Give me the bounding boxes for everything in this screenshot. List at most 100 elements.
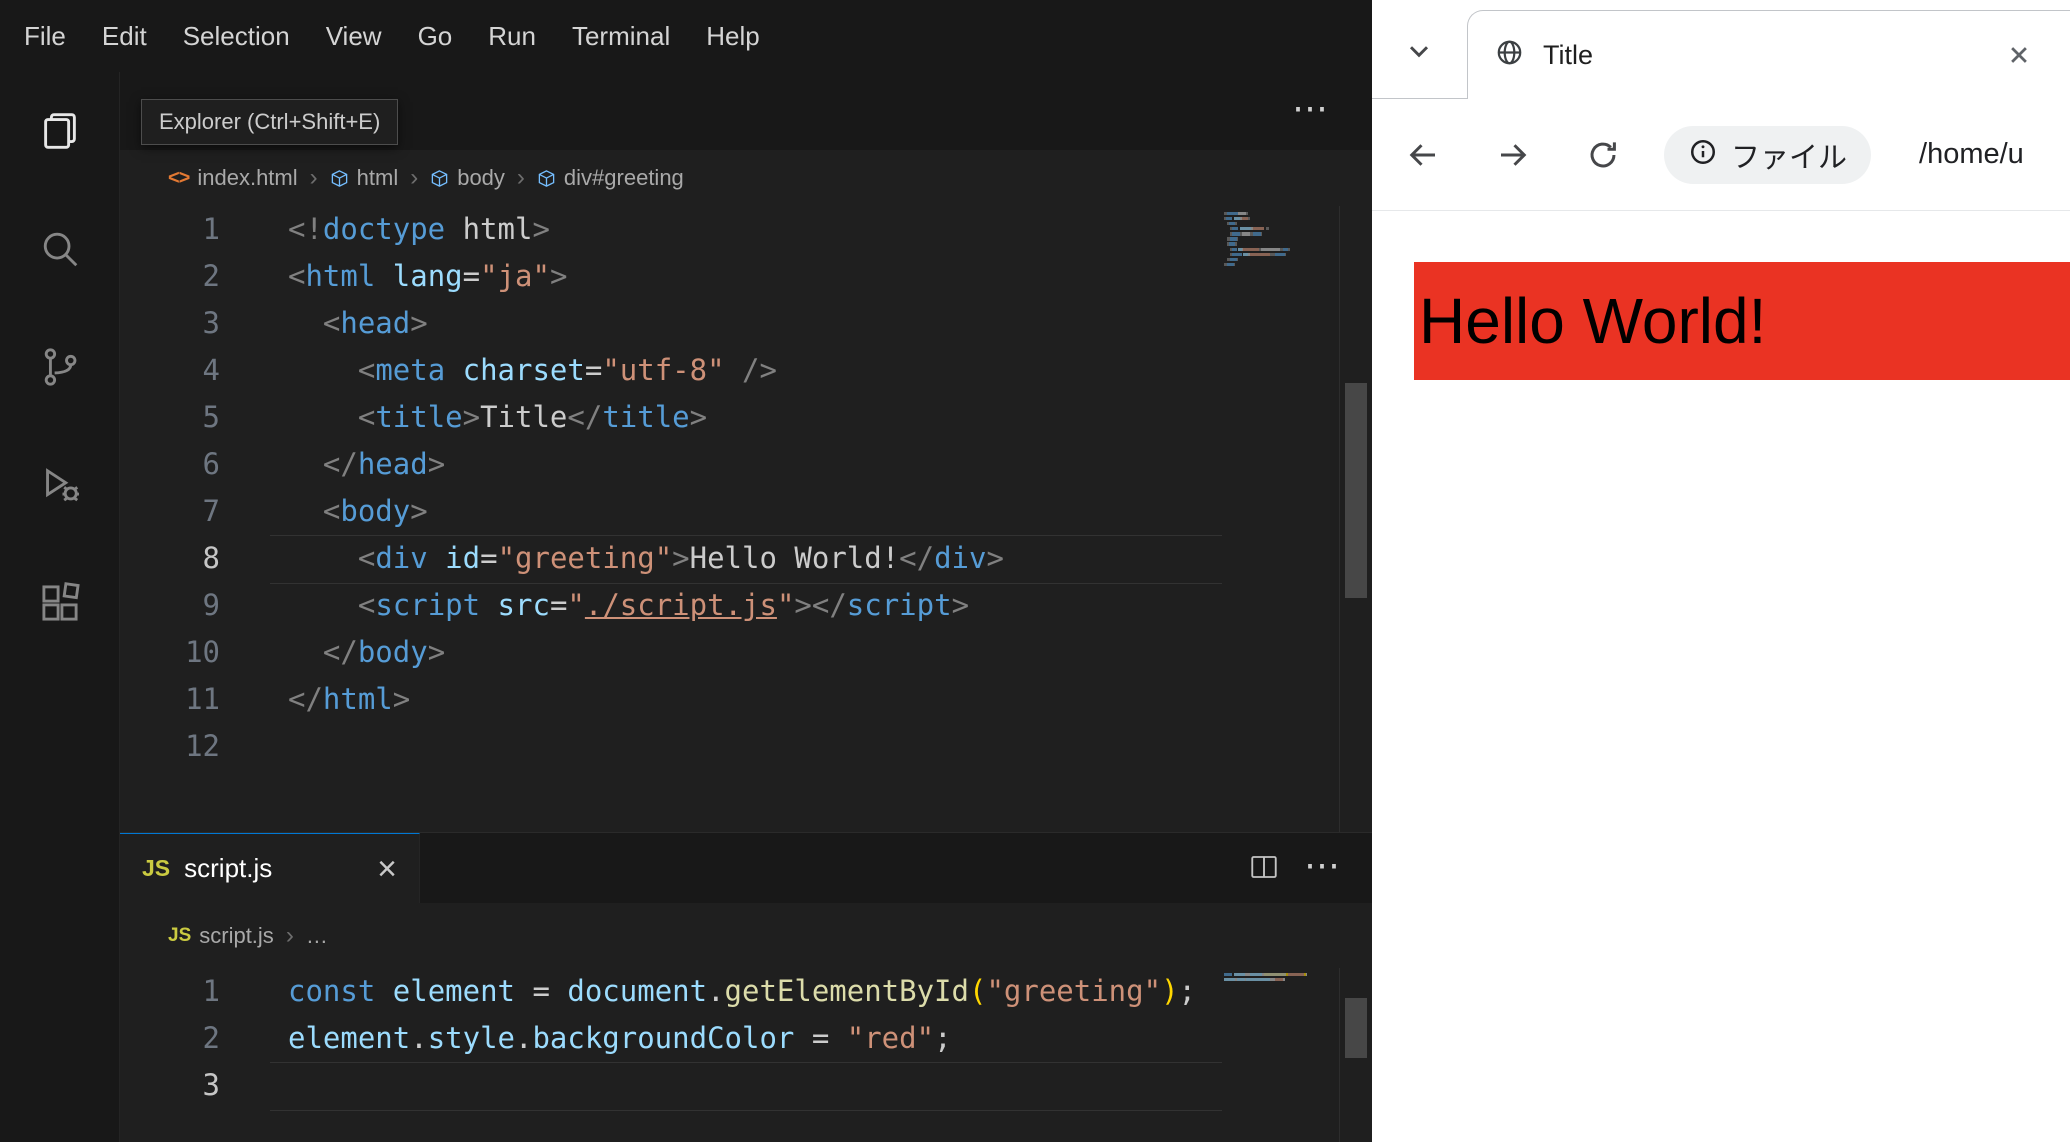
- line-number: 2: [202, 1021, 220, 1055]
- browser-window: Title ファイル /home/u Hello World!: [1372, 0, 2070, 1142]
- menu-view[interactable]: View: [308, 21, 400, 52]
- menu-help[interactable]: Help: [688, 21, 777, 52]
- line-number: 4: [202, 353, 220, 387]
- code-line-6[interactable]: 6 </head>: [120, 441, 1372, 488]
- explorer-icon[interactable]: [0, 72, 119, 190]
- explorer-tooltip: Explorer (Ctrl+Shift+E): [141, 99, 399, 145]
- close-tab-icon[interactable]: ×: [377, 852, 397, 886]
- code-line-7[interactable]: 7 <body>: [120, 488, 1372, 535]
- breadcrumb: <> index.html › html › body › div#greeting: [120, 150, 1212, 206]
- chevron-down-icon[interactable]: [1388, 20, 1450, 82]
- scrollbar-thumb[interactable]: [1345, 998, 1367, 1058]
- menu-go[interactable]: Go: [400, 21, 471, 52]
- code-line-1[interactable]: 1 const element = document.getElementById…: [120, 968, 1372, 1015]
- menu-selection[interactable]: Selection: [165, 21, 308, 52]
- line-number: 3: [202, 306, 220, 340]
- globe-favicon-icon: [1494, 37, 1525, 73]
- line-number: 6: [202, 447, 220, 481]
- breadcrumb-separator: ›: [309, 164, 318, 191]
- element-symbol-icon: [330, 169, 349, 188]
- code-line-9[interactable]: 9 <script src="./script.js"></script>: [120, 582, 1372, 629]
- line-number: 11: [185, 682, 220, 716]
- extensions-icon[interactable]: [0, 544, 119, 662]
- line-number: 7: [202, 494, 220, 528]
- source-control-icon[interactable]: [0, 308, 119, 426]
- browser-tab[interactable]: Title: [1467, 10, 2070, 99]
- vscode-window: File Edit Selection View Go Run Terminal Help ⋯: [0, 0, 1372, 1142]
- code-line-2[interactable]: 2 element.style.backgroundColor = "red";: [120, 1015, 1372, 1062]
- breadcrumb: JS script.js › …: [120, 903, 1212, 968]
- address-url[interactable]: /home/u: [1919, 138, 2024, 171]
- line-number: 5: [202, 400, 220, 434]
- menu-bar: File Edit Selection View Go Run Terminal Help: [0, 0, 1372, 72]
- code-line-4[interactable]: 4 <meta charset="utf-8" />: [120, 347, 1372, 394]
- breadcrumb-item[interactable]: JS script.js: [168, 923, 274, 949]
- tab-script-js[interactable]: JS script.js ×: [120, 833, 420, 903]
- editor-tabs-bottom: JS script.js × ⋯: [120, 833, 1372, 903]
- line-number: 2: [202, 259, 220, 293]
- forward-icon[interactable]: [1482, 137, 1544, 173]
- more-actions-icon[interactable]: ⋯: [1304, 847, 1340, 883]
- page-content: Hello World!: [1372, 211, 2070, 1141]
- code-line-8[interactable]: 8 <div id="greeting">Hello World!</div>: [120, 535, 1372, 584]
- minimap[interactable]: [1224, 973, 1310, 988]
- info-icon: [1688, 137, 1718, 172]
- line-number: 1: [202, 212, 220, 246]
- search-icon[interactable]: [0, 190, 119, 308]
- file-scheme-chip[interactable]: ファイル: [1664, 125, 1872, 184]
- reload-icon[interactable]: [1572, 137, 1634, 173]
- split-editor-icon[interactable]: [1248, 851, 1280, 888]
- line-number: 8: [202, 541, 220, 575]
- minimap[interactable]: [1224, 212, 1310, 273]
- breadcrumb-separator: ›: [285, 921, 294, 949]
- code-editor-html[interactable]: 1 <!doctype html> 2 <html lang="ja"> 3 <head…: [120, 206, 1372, 770]
- code-line-2[interactable]: 2 <html lang="ja">: [120, 253, 1372, 300]
- activity-bar: [0, 72, 120, 1142]
- line-number: 3: [202, 1068, 220, 1102]
- js-file-icon: JS: [142, 855, 171, 881]
- code-line-3[interactable]: 3 <head>: [120, 300, 1372, 347]
- breadcrumb-item[interactable]: html: [330, 165, 398, 191]
- breadcrumb-item[interactable]: body: [430, 165, 505, 191]
- breadcrumb-item[interactable]: …: [306, 923, 328, 949]
- run-debug-icon[interactable]: [0, 426, 119, 544]
- tab-title: Title: [1543, 39, 1594, 70]
- line-number: 1: [202, 974, 220, 1008]
- chip-label: ファイル: [1731, 141, 1848, 174]
- close-tab-icon[interactable]: [2004, 40, 2034, 70]
- desktop: File Edit Selection View Go Run Terminal Help ⋯: [0, 0, 2070, 1142]
- line-number: 12: [185, 729, 220, 763]
- breadcrumb-item[interactable]: <> index.html: [168, 165, 298, 191]
- element-symbol-icon: [430, 169, 449, 188]
- tab-label: script.js: [184, 853, 273, 883]
- scrollbar[interactable]: [1339, 206, 1372, 832]
- breadcrumb-separator: ›: [516, 164, 525, 191]
- code-line-11[interactable]: 11 </html>: [120, 676, 1372, 723]
- editor-group-html: ⋯ <> index.html › html › body › div#greeting 1 <…: [120, 72, 1372, 832]
- breadcrumb-item[interactable]: div#greeting: [537, 165, 684, 191]
- menu-file[interactable]: File: [6, 21, 84, 52]
- menu-edit[interactable]: Edit: [84, 21, 165, 52]
- code-line-12[interactable]: 12: [120, 723, 1372, 770]
- code-editor-js[interactable]: 1 const element = document.getElementById…: [120, 968, 1372, 1111]
- js-file-icon: JS: [168, 924, 192, 946]
- html-file-icon: <>: [168, 166, 190, 189]
- code-line-5[interactable]: 5 <title>Title</title>: [120, 394, 1372, 441]
- editor-group-js: JS script.js × ⋯ JS script.js ›… 1 const el…: [120, 832, 1372, 1142]
- more-actions-icon[interactable]: ⋯: [1292, 90, 1328, 126]
- line-number: 9: [202, 588, 220, 622]
- code-line-1[interactable]: 1 <!doctype html>: [120, 206, 1372, 253]
- back-icon[interactable]: [1392, 137, 1454, 173]
- tab-strip: Title: [1372, 0, 2070, 99]
- line-number: 10: [185, 635, 220, 669]
- greeting-div: Hello World!: [1414, 262, 2070, 380]
- scrollbar-thumb[interactable]: [1345, 383, 1367, 598]
- scrollbar[interactable]: [1339, 968, 1372, 1142]
- browser-toolbar: ファイル /home/u: [1372, 99, 2070, 211]
- element-symbol-icon: [537, 169, 556, 188]
- breadcrumb-separator: ›: [410, 164, 419, 191]
- menu-run[interactable]: Run: [470, 21, 554, 52]
- code-line-3[interactable]: 3: [120, 1062, 1372, 1111]
- code-line-10[interactable]: 10 </body>: [120, 629, 1372, 676]
- menu-terminal[interactable]: Terminal: [554, 21, 688, 52]
